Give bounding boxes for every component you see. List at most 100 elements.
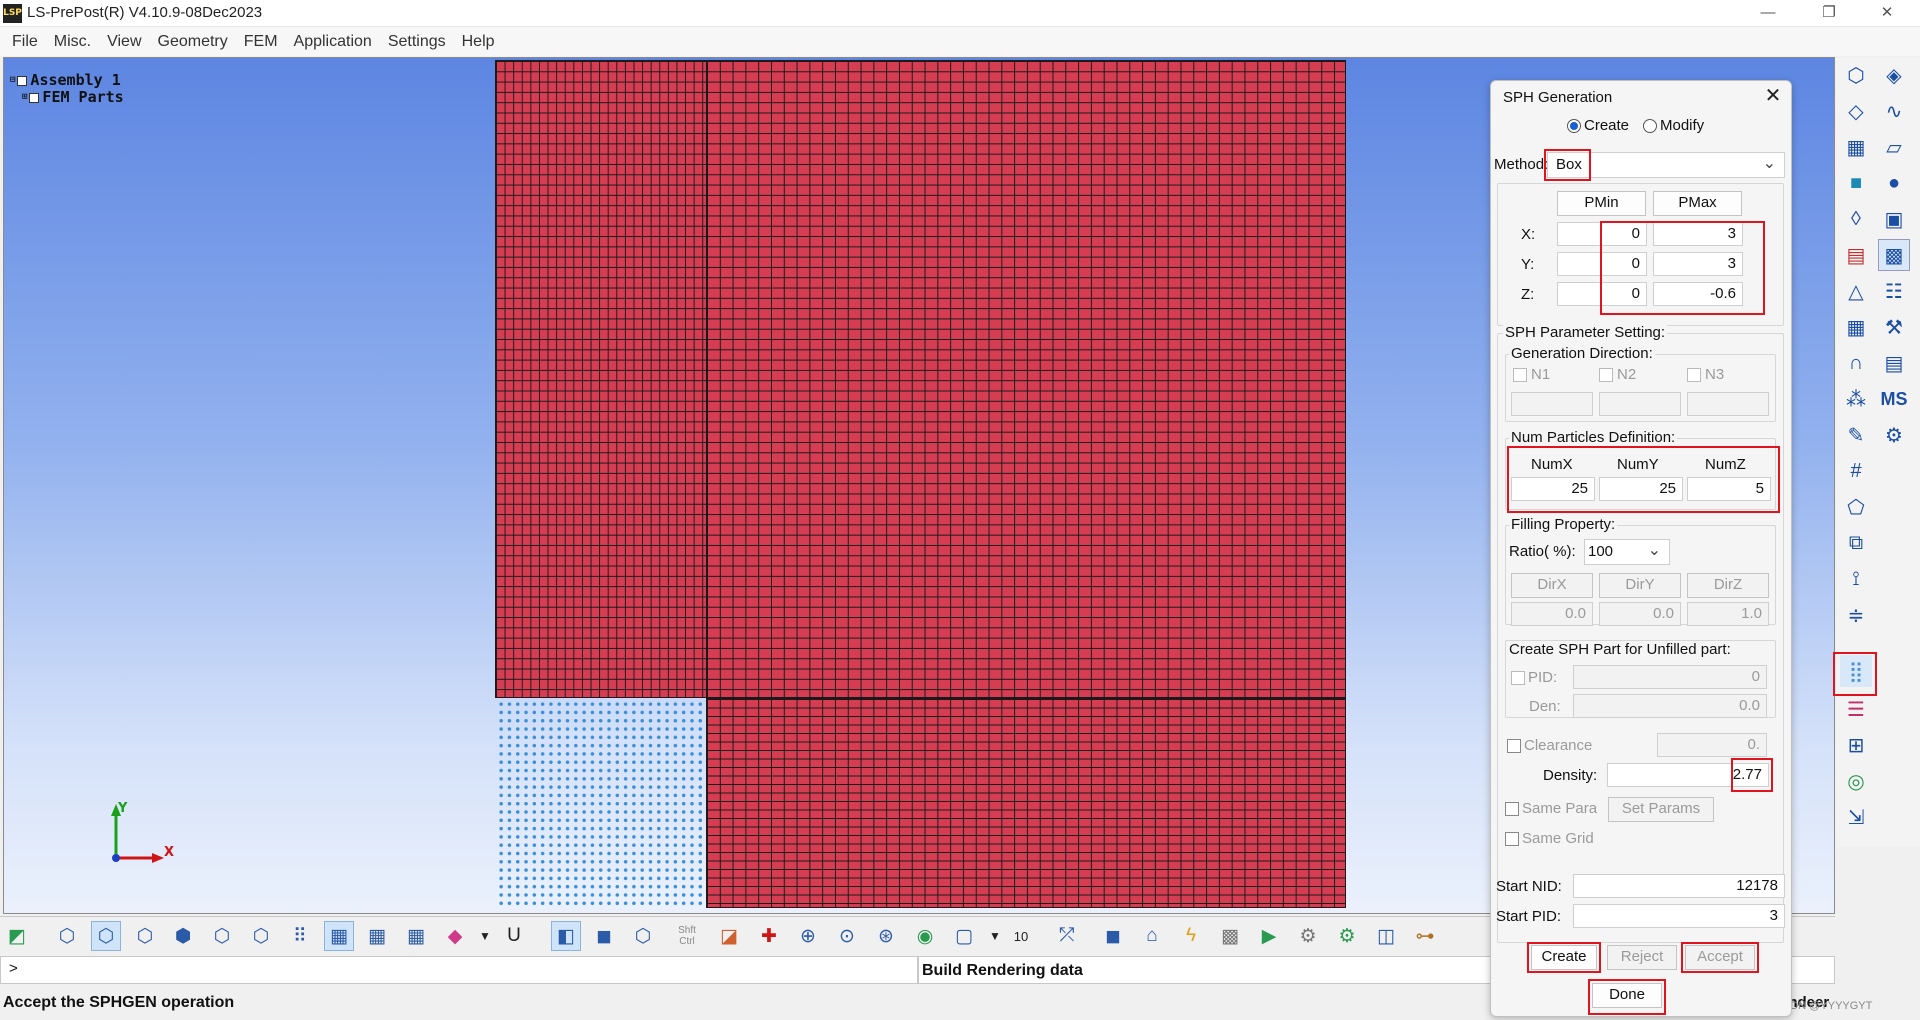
clearance-checkbox[interactable] xyxy=(1507,739,1521,753)
view-box-icon[interactable]: ▢ xyxy=(949,921,979,951)
triangle-mesh-icon[interactable]: △ xyxy=(1840,275,1872,307)
n1-field[interactable] xyxy=(1511,392,1593,416)
play-icon[interactable]: ▶ xyxy=(1254,921,1284,951)
quad-icon[interactable]: ⬠ xyxy=(1840,491,1872,523)
shell-icon[interactable]: ◇ xyxy=(1840,95,1872,127)
stack-icon[interactable]: ☰ xyxy=(1840,693,1872,725)
shaded-cube-icon[interactable]: ⬡ xyxy=(91,921,121,951)
unit-icon[interactable]: U xyxy=(499,921,529,951)
element-edit-icon[interactable]: ▤ xyxy=(1840,239,1872,271)
gears-icon[interactable]: ⚙ xyxy=(1878,419,1910,451)
dots-icon[interactable]: ⠿ xyxy=(285,921,315,951)
minimize-button[interactable]: — xyxy=(1745,0,1791,27)
done-button[interactable]: Done xyxy=(1592,983,1662,1008)
hidden-cube-icon[interactable]: ⬡ xyxy=(130,921,160,951)
dirz-field[interactable]: 1.0 xyxy=(1687,602,1769,626)
settings-gear-icon[interactable]: ⚙ xyxy=(1293,921,1323,951)
menu-application[interactable]: Application xyxy=(286,30,380,54)
view-cube-icon[interactable]: ◧ xyxy=(551,921,581,951)
command-input[interactable]: > xyxy=(0,956,918,984)
density-field[interactable]: 2.77 xyxy=(1607,763,1769,787)
angle-value[interactable]: 10 xyxy=(1006,921,1036,951)
n3-checkbox[interactable] xyxy=(1687,368,1701,382)
chart-icon[interactable]: ◫ xyxy=(1371,921,1401,951)
magnet-icon[interactable]: ∩ xyxy=(1840,347,1872,379)
pen-icon[interactable]: ✎ xyxy=(1840,419,1872,451)
dropdown-arrow-icon[interactable]: ▼ xyxy=(470,921,500,951)
n2-checkbox[interactable] xyxy=(1599,368,1613,382)
expand-icon[interactable]: ⊞ xyxy=(22,89,27,106)
pid-field[interactable]: 0 xyxy=(1573,665,1767,689)
numz-field[interactable]: 5 xyxy=(1687,477,1771,501)
dirz-button[interactable]: DirZ xyxy=(1687,573,1769,598)
box-blue-icon[interactable]: ◼ xyxy=(1098,921,1128,951)
z-min-field[interactable]: 0 xyxy=(1557,282,1647,306)
ms-mesh-icon[interactable]: ⊞ xyxy=(1840,729,1872,761)
lightning-icon[interactable]: ϟ xyxy=(1176,921,1206,951)
zoom-fit-icon[interactable]: ⊙ xyxy=(832,921,862,951)
menu-view[interactable]: View xyxy=(99,30,149,54)
table-icon[interactable]: ☷ xyxy=(1878,275,1910,307)
hammer-icon[interactable]: ⚒ xyxy=(1878,311,1910,343)
center-icon[interactable]: ✚ xyxy=(754,921,784,951)
checkbox-fem-parts[interactable] xyxy=(29,92,40,103)
curve-icon[interactable]: ∿ xyxy=(1878,95,1910,127)
grid-view-icon[interactable]: ▦ xyxy=(324,921,354,951)
sph-generation-icon[interactable]: ⣿ xyxy=(1840,655,1872,687)
align-icon[interactable]: ≑ xyxy=(1840,599,1872,631)
radio-create-dot[interactable] xyxy=(1567,118,1581,133)
create-button[interactable]: Create xyxy=(1531,945,1597,970)
reject-button[interactable]: Reject xyxy=(1607,945,1677,970)
menu-fem[interactable]: FEM xyxy=(236,30,286,54)
ratio-select[interactable]: 100 xyxy=(1584,539,1670,565)
element-gen-icon[interactable]: ▩ xyxy=(1878,239,1910,271)
y-min-field[interactable]: 0 xyxy=(1557,252,1647,276)
method-select[interactable]: Box xyxy=(1547,152,1785,178)
same-para-checkbox[interactable] xyxy=(1505,802,1519,816)
pmin-button[interactable]: PMin xyxy=(1557,191,1646,216)
dirx-field[interactable]: 0.0 xyxy=(1511,602,1593,626)
radio-modify-dot[interactable] xyxy=(1643,118,1657,133)
shape-cube-icon[interactable]: ⬡ xyxy=(1840,59,1872,91)
shape-cube2-icon[interactable]: ◈ xyxy=(1878,59,1910,91)
grid-icon[interactable]: ▦ xyxy=(1840,311,1872,343)
set-params-button[interactable]: Set Params xyxy=(1608,797,1714,822)
export-icon[interactable]: ⇲ xyxy=(1840,801,1872,833)
contour-icon[interactable]: ◎ xyxy=(1840,765,1872,797)
tree-item-assembly[interactable]: ⊟ Assembly 1 xyxy=(10,72,124,89)
ms-icon[interactable]: MS xyxy=(1878,383,1910,415)
fringe-icon[interactable]: ◆ xyxy=(440,921,470,951)
diry-button[interactable]: DirY xyxy=(1599,573,1681,598)
collapse-icon[interactable]: ⊟ xyxy=(10,72,15,89)
diry-field[interactable]: 0.0 xyxy=(1599,602,1681,626)
numx-field[interactable]: 25 xyxy=(1511,477,1595,501)
hierarchy-icon[interactable]: ⊶ xyxy=(1410,921,1440,951)
y-max-field[interactable]: 3 xyxy=(1653,252,1743,276)
wireframe-cube-icon[interactable]: ⬡ xyxy=(52,921,82,951)
dirx-button[interactable]: DirX xyxy=(1511,573,1593,598)
tree-item-fem-parts[interactable]: ⊞ FEM Parts xyxy=(10,89,124,106)
eraser-icon[interactable]: ◪ xyxy=(714,921,744,951)
menu-geometry[interactable]: Geometry xyxy=(150,30,236,54)
home-icon[interactable]: ⌂ xyxy=(1137,921,1167,951)
menu-settings[interactable]: Settings xyxy=(380,30,454,54)
edge-cube-icon[interactable]: ⬡ xyxy=(246,921,276,951)
same-grid-checkbox[interactable] xyxy=(1505,832,1519,846)
axis-icon[interactable]: ⤱ xyxy=(1052,921,1082,951)
close-window-button[interactable]: ✕ xyxy=(1864,0,1910,27)
n3-field[interactable] xyxy=(1687,392,1769,416)
doc-icon[interactable]: ▤ xyxy=(1878,347,1910,379)
rotate-target-icon[interactable]: ⊛ xyxy=(871,921,901,951)
solid-view-icon[interactable]: ◼ xyxy=(589,921,619,951)
mesh-cube-icon[interactable]: ⬢ xyxy=(168,921,198,951)
grid-view2-icon[interactable]: ▦ xyxy=(362,921,392,951)
transparent-view-icon[interactable]: ⬡ xyxy=(628,921,658,951)
den-field[interactable]: 0.0 xyxy=(1573,694,1767,718)
menu-help[interactable]: Help xyxy=(454,30,503,54)
start-nid-field[interactable]: 12178 xyxy=(1573,874,1785,898)
start-pid-field[interactable]: 3 xyxy=(1573,904,1785,928)
z-max-field[interactable]: -0.6 xyxy=(1653,282,1743,306)
cubes-icon[interactable]: ⧉ xyxy=(1840,527,1872,559)
radio-create[interactable]: Create xyxy=(1567,117,1629,134)
dialog-close-button[interactable]: ✕ xyxy=(1761,85,1785,109)
